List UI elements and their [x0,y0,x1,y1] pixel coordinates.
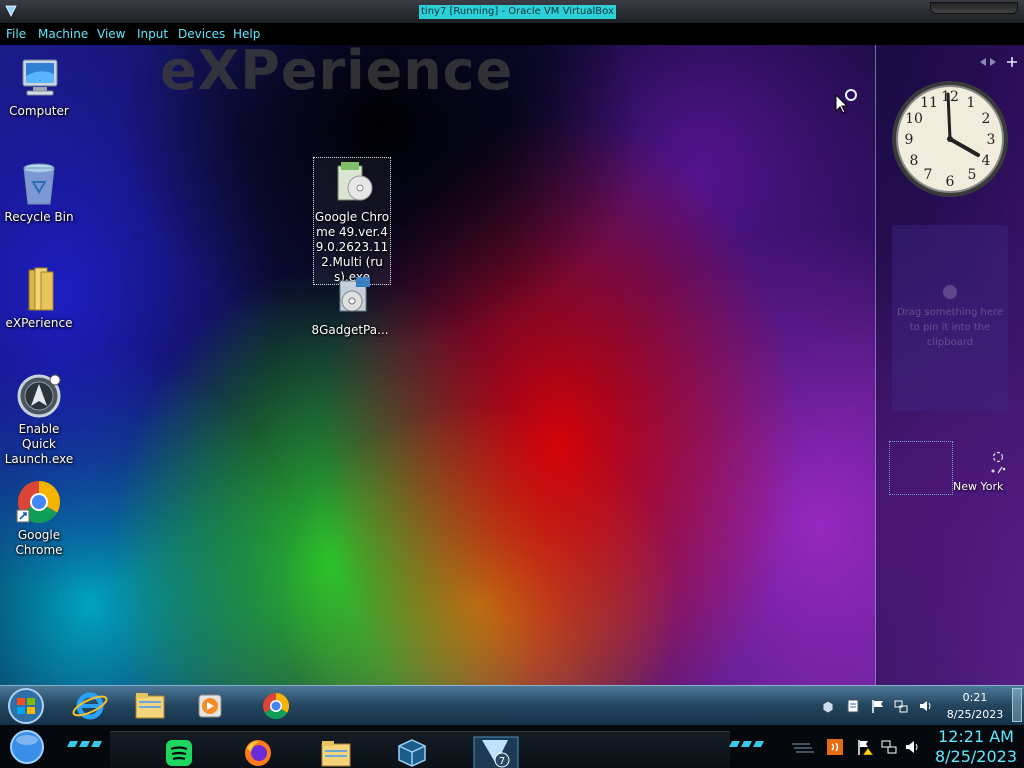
host-menu-bar: File Machine View Input Devices Help [0,24,1024,45]
weather-gadget-frame[interactable] [889,441,953,495]
host-clock-date[interactable]: 8/25/2023 [930,747,1022,766]
computer-icon [22,59,58,96]
host-volume-icon[interactable] [904,738,922,756]
menu-input[interactable]: Input [137,27,168,41]
network-icon[interactable] [893,698,909,714]
pin-icon [943,285,957,299]
start-button[interactable] [6,687,46,725]
action-center-warning-icon[interactable] [856,738,874,756]
document-tray-icon[interactable] [845,698,861,714]
quick-launch-icon [17,374,61,418]
guest-taskbar: 0:21 8/25/2023 [0,685,1024,725]
decorative-dashes-icon [67,741,102,747]
menu-view[interactable]: View [97,27,125,41]
firefox-icon[interactable] [238,736,278,768]
svg-text:5: 5 [968,167,977,183]
taskbar-clock-date[interactable]: 8/25/2023 [946,708,1004,721]
svg-text:1: 1 [967,95,976,111]
host-network-icon[interactable] [880,738,898,756]
desktop-icon-recycle-bin[interactable]: Recycle Bin [0,160,78,225]
window-controls[interactable] [930,2,1018,14]
chrome-icon[interactable] [254,689,298,723]
svg-text:8: 8 [910,153,919,169]
media-player-icon[interactable] [188,689,232,723]
tray-stripes-icon [792,743,814,753]
gadget-hint-text: Drag something here to pin it into the c… [896,307,1004,348]
host-clock-time[interactable]: 12:21 AM [930,727,1022,746]
desktop-icon-label: eXPerience [5,316,73,330]
menu-file[interactable]: File [6,27,26,41]
spotify-icon[interactable] [158,736,198,768]
svg-text:6: 6 [946,174,955,190]
file-explorer-icon[interactable] [128,689,172,723]
desktop-icon-label: Google Chrome [15,528,63,557]
weather-city: New York [953,480,1004,493]
menu-machine[interactable]: Machine [38,27,88,41]
svg-text:12: 12 [941,89,959,105]
menu-devices[interactable]: Devices [178,27,225,41]
busy-cursor-icon [835,89,857,114]
desktop-icon-label: 8GadgetPa... [311,323,389,337]
gadget-pack-icon [339,277,370,312]
weather-loading-icon [991,451,1006,474]
files-icon[interactable] [316,736,356,768]
clock-gadget[interactable]: 12 1 2 3 4 5 6 7 8 9 10 11 [890,79,1010,199]
wallpaper-logo: eXPerience [160,45,514,102]
action-center-flag-icon[interactable] [870,698,886,714]
virtualbox-icon[interactable] [392,736,432,768]
volume-icon[interactable] [918,698,934,714]
chrome-icon [16,481,61,524]
host-title-bar: tiny7 [Running] - Oracle VM VirtualBox [0,0,1024,24]
svg-text:9: 9 [905,132,914,148]
taskbar-clock-time[interactable]: 0:21 [948,691,1002,704]
tiny7-vm-icon[interactable]: 7 [472,736,520,768]
svg-text:3: 3 [987,132,996,148]
desktop-icon-enable-quick-launch[interactable]: Enable Quick Launch.exe [0,372,78,467]
host-start-orb[interactable] [8,728,46,766]
empty-gadget-slot[interactable]: Drag something here to pin it into the c… [892,225,1008,411]
folder-icon [28,267,54,311]
desktop-icon-google-chrome[interactable]: Google Chrome [0,478,78,558]
svg-text:10: 10 [905,111,923,127]
gadget-sidebar: 12 1 2 3 4 5 6 7 8 9 10 11 Drag somethin… [875,45,1024,685]
menu-help[interactable]: Help [233,27,260,41]
desktop-icon-computer[interactable]: Computer [0,54,78,119]
svg-text:7: 7 [499,756,505,767]
installer-icon [337,162,373,201]
decorative-dashes-icon [729,741,764,747]
svg-text:7: 7 [924,167,933,183]
desktop-icon-label: Enable Quick Launch.exe [4,422,74,466]
java-update-icon[interactable] [826,738,844,756]
show-desktop-button[interactable] [1012,688,1022,722]
host-dock-panel: 7 12:21 AM 8/25/2023 [0,725,1024,768]
network-sharing-icon[interactable] [820,698,836,714]
desktop-icon-experience-folder[interactable]: eXPerience [0,266,78,331]
desktop-icon-label: Computer [9,104,69,118]
window-title: tiny7 [Running] - Oracle VM VirtualBox [419,5,616,19]
desktop-icon-chrome-installer[interactable]: Google Chrome 49.ver.49.0.2623.112.Multi… [313,157,391,285]
host-app-bar: 7 [110,731,730,768]
svg-text:2: 2 [982,111,991,127]
sidebar-nav-controls[interactable] [958,55,1018,69]
guest-desktop[interactable]: eXPerience Computer Recycle Bin eXPerien… [0,45,1024,685]
recycle-bin-icon [23,163,55,205]
svg-text:4: 4 [982,153,991,169]
internet-explorer-icon[interactable] [68,689,112,723]
virtualbox-icon [5,5,17,17]
desktop-icon-8gadgetpack[interactable]: 8GadgetPa... [311,273,389,338]
svg-text:11: 11 [920,95,938,111]
desktop-icon-label: Recycle Bin [4,210,74,224]
